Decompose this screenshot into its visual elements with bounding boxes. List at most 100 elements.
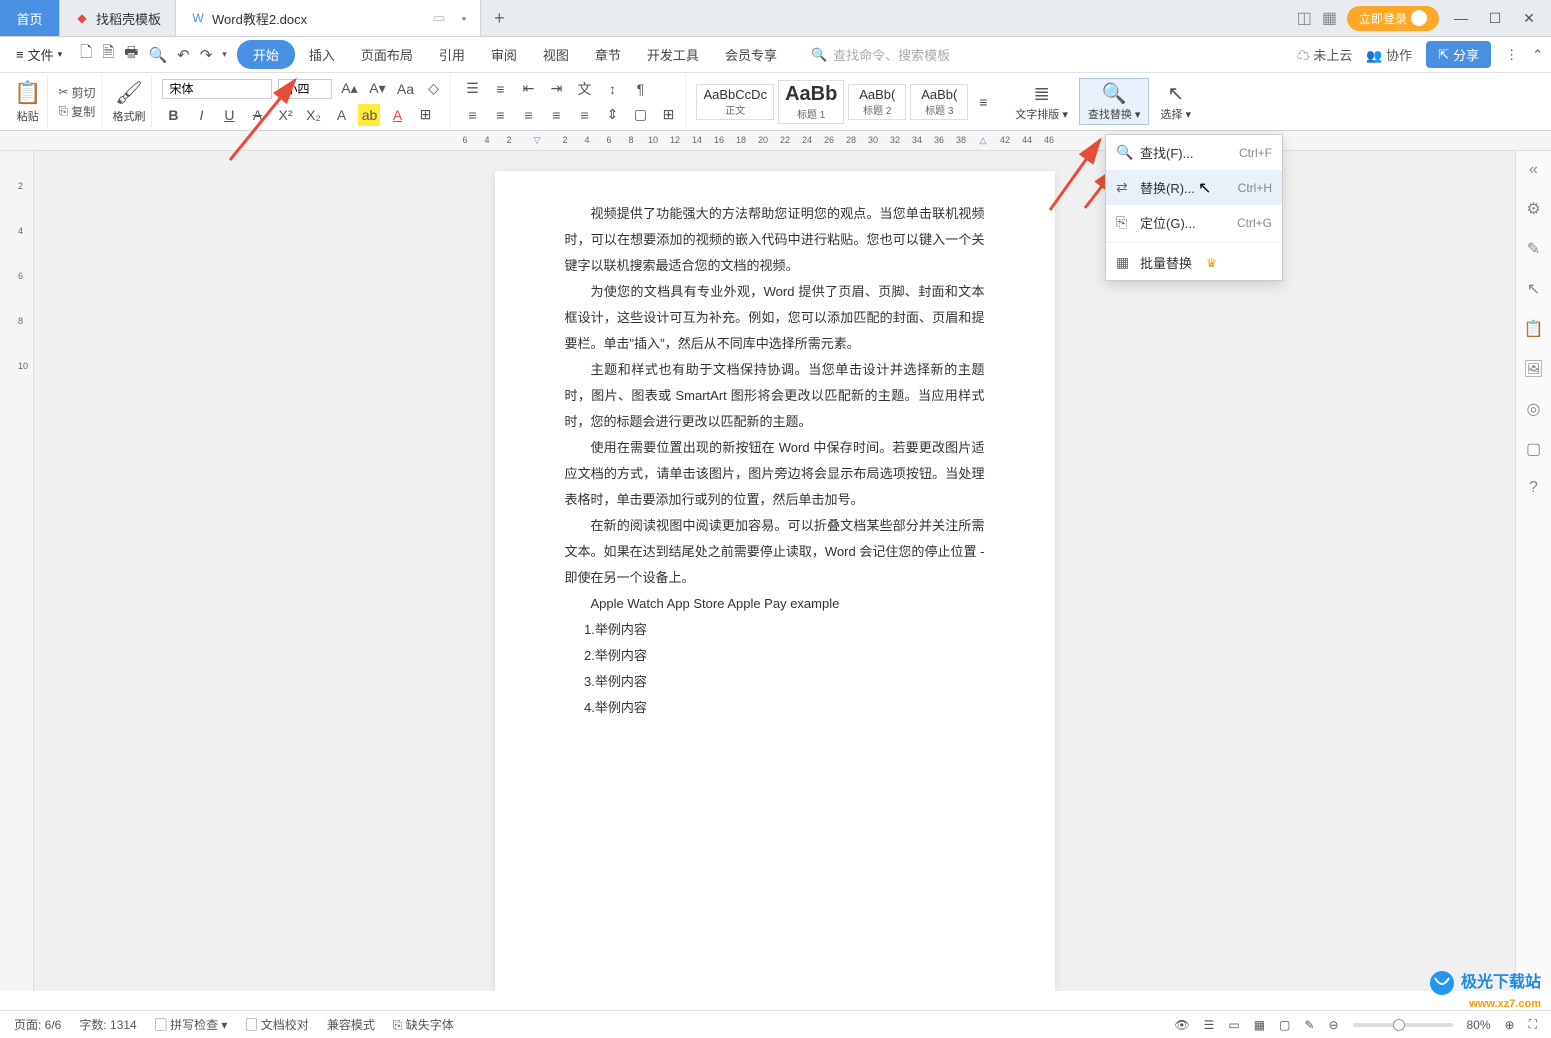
list-item[interactable]: 2.举例内容 xyxy=(584,643,985,669)
sort-icon[interactable]: ↕ xyxy=(601,78,623,100)
style-heading3[interactable]: AaBb(标题 3 xyxy=(910,84,968,120)
shading-icon[interactable]: ▢ xyxy=(629,104,651,126)
superscript-icon[interactable]: X² xyxy=(274,104,296,126)
new-tab-button[interactable]: + xyxy=(481,0,517,36)
view-outline-icon[interactable]: ☰ xyxy=(1204,1018,1215,1032)
tab-templates[interactable]: ◆ 找稻壳模板 xyxy=(60,0,176,36)
dropdown-batch-replace[interactable]: ▦ 批量替换 ♛ xyxy=(1106,245,1282,280)
more-icon[interactable]: ⋮ xyxy=(1505,47,1518,63)
increase-indent-icon[interactable]: ⇥ xyxy=(545,78,567,100)
subscript-icon[interactable]: X₂ xyxy=(302,104,324,126)
close-tab-icon[interactable]: • xyxy=(461,10,466,26)
style-heading2[interactable]: AaBb(标题 2 xyxy=(848,84,906,120)
menu-page-layout[interactable]: 页面布局 xyxy=(349,39,425,70)
dropdown-replace[interactable]: ⇄ 替换(R)... Ctrl+H xyxy=(1106,170,1282,205)
menu-view[interactable]: 视图 xyxy=(531,39,581,70)
align-distribute-icon[interactable]: ≡ xyxy=(573,104,595,126)
text-effects-icon[interactable]: A xyxy=(330,104,352,126)
proofread-toggle[interactable]: ▢ 文档校对 xyxy=(245,1016,308,1033)
word-count[interactable]: 字数: 1314 xyxy=(79,1016,136,1033)
style-heading1[interactable]: AaBb标题 1 xyxy=(778,80,844,124)
window-mode-icon[interactable]: ◫ xyxy=(1297,8,1312,28)
view-eye-icon[interactable]: 👁 xyxy=(1174,1018,1189,1032)
style-more-icon[interactable]: ≡ xyxy=(972,91,994,113)
compat-mode[interactable]: 兼容模式 xyxy=(327,1016,375,1033)
app-grid-icon[interactable]: ▦ xyxy=(1322,8,1337,28)
increase-font-icon[interactable]: A▴ xyxy=(338,78,360,100)
strike-icon[interactable]: A xyxy=(246,104,268,126)
menu-references[interactable]: 引用 xyxy=(427,39,477,70)
zoom-level[interactable]: 80% xyxy=(1467,1018,1491,1032)
tab-menu-icon[interactable]: ▭ xyxy=(433,10,445,26)
qat-chevron-icon[interactable]: ▾ xyxy=(222,49,227,60)
login-button[interactable]: 立即登录 xyxy=(1347,6,1439,31)
clear-format-icon[interactable]: ◇ xyxy=(422,78,444,100)
redo-icon[interactable]: ↷ xyxy=(200,46,213,64)
maximize-button[interactable]: ☐ xyxy=(1483,6,1507,30)
tab-document[interactable]: W Word教程2.docx ▭ • xyxy=(176,0,481,36)
italic-icon[interactable]: I xyxy=(190,104,212,126)
page[interactable]: 视频提供了功能强大的方法帮助您证明您的观点。当您单击联机视频时，可以在想要添加的… xyxy=(495,171,1055,991)
menu-devtools[interactable]: 开发工具 xyxy=(635,39,711,70)
zoom-out-icon[interactable]: ⊖ xyxy=(1328,1018,1338,1032)
panel-edit-icon[interactable]: ✎ xyxy=(1527,239,1540,259)
panel-location-icon[interactable]: ◎ xyxy=(1527,399,1541,419)
fullscreen-icon[interactable]: ⛶ xyxy=(1529,1017,1537,1032)
highlight-icon[interactable]: ab xyxy=(358,104,380,126)
command-search[interactable]: 🔍 查找命令、搜索模板 xyxy=(811,45,950,64)
decrease-font-icon[interactable]: A▾ xyxy=(366,78,388,100)
style-normal[interactable]: AaBbCcDc正文 xyxy=(696,84,774,120)
paragraph[interactable]: 主题和样式也有助于文档保持协调。当您单击设计并选择新的主题时，图片、图表或 Sm… xyxy=(565,357,985,435)
paste-button[interactable]: 📋 粘贴 xyxy=(14,80,41,124)
show-marks-icon[interactable]: ¶ xyxy=(629,78,651,100)
panel-help-icon[interactable]: ? xyxy=(1529,479,1538,497)
print-icon[interactable]: 🖶 xyxy=(124,42,138,67)
panel-select-icon[interactable]: ↖ xyxy=(1527,279,1540,299)
text-direction-icon[interactable]: 文 xyxy=(573,78,595,100)
undo-icon[interactable]: ↶ xyxy=(177,46,190,64)
line-spacing-icon[interactable]: ⇕ xyxy=(601,104,623,126)
paragraph[interactable]: 在新的阅读视图中阅读更加容易。可以折叠文档某些部分并关注所需文本。如果在达到结尾… xyxy=(565,513,985,591)
collab-button[interactable]: 👥 协作 xyxy=(1366,45,1412,64)
text-layout-button[interactable]: ≣ 文字排版 ▾ xyxy=(1006,78,1077,125)
print-preview-icon[interactable]: 🔍 xyxy=(148,46,167,64)
list-item[interactable]: 3.举例内容 xyxy=(584,669,985,695)
save-icon[interactable]: 🗋 xyxy=(80,42,92,67)
missing-font[interactable]: ⎘ 缺失字体 xyxy=(393,1016,454,1033)
font-color-icon[interactable]: A xyxy=(386,104,408,126)
format-painter-button[interactable]: 🖌 格式刷 xyxy=(112,80,145,124)
zoom-slider[interactable] xyxy=(1353,1023,1453,1027)
view-web-icon[interactable]: ▦ xyxy=(1254,1018,1265,1032)
paragraph[interactable]: 为使您的文档具有专业外观，Word 提供了页眉、页脚、封面和文本框设计，这些设计… xyxy=(565,279,985,357)
horizontal-ruler[interactable]: 642 ▽ 2468101214161820222426283032343638… xyxy=(0,131,1551,151)
page-indicator[interactable]: 页面: 6/6 xyxy=(14,1016,61,1033)
font-size-input[interactable] xyxy=(278,79,332,99)
cloud-status[interactable]: ☁ 未上云 xyxy=(1297,45,1353,64)
border-icon[interactable]: ⊞ xyxy=(414,104,436,126)
bullet-list-icon[interactable]: ☰ xyxy=(461,78,483,100)
select-button[interactable]: ↖ 选择 ▾ xyxy=(1151,78,1200,125)
change-case-icon[interactable]: Aa xyxy=(394,78,416,100)
menu-sections[interactable]: 章节 xyxy=(583,39,633,70)
close-window-button[interactable]: ✕ xyxy=(1517,6,1541,30)
panel-tools-icon[interactable]: ⚙ xyxy=(1526,199,1540,219)
share-button[interactable]: ⇱ 分享 xyxy=(1426,41,1491,68)
paragraph[interactable]: 视频提供了功能强大的方法帮助您证明您的观点。当您单击联机视频时，可以在想要添加的… xyxy=(565,201,985,279)
dropdown-find[interactable]: 🔍 查找(F)... Ctrl+F xyxy=(1106,135,1282,170)
view-edit-icon[interactable]: ✎ xyxy=(1304,1018,1314,1032)
view-page-icon[interactable]: ▭ xyxy=(1228,1018,1239,1032)
panel-clipboard-icon[interactable]: 📋 xyxy=(1524,319,1544,339)
paragraph-apps[interactable]: Apple Watch App Store Apple Pay example xyxy=(565,591,985,617)
number-list-icon[interactable]: ≡ xyxy=(489,78,511,100)
view-read-icon[interactable]: ▢ xyxy=(1279,1018,1290,1032)
panel-layout-icon[interactable]: ▢ xyxy=(1526,439,1541,459)
paragraph[interactable]: 使用在需要位置出现的新按钮在 Word 中保存时间。若要更改图片适应文档的方式，… xyxy=(565,435,985,513)
list-item[interactable]: 4.举例内容 xyxy=(584,695,985,721)
borders-icon[interactable]: ⊞ xyxy=(657,104,679,126)
zoom-in-icon[interactable]: ⊕ xyxy=(1505,1018,1515,1032)
align-justify-icon[interactable]: ≡ xyxy=(545,104,567,126)
underline-icon[interactable]: U xyxy=(218,104,240,126)
bold-icon[interactable]: B xyxy=(162,104,184,126)
vertical-ruler[interactable]: 2 4 6 8 10 xyxy=(0,151,34,991)
list-item[interactable]: 1.举例内容 xyxy=(584,617,985,643)
